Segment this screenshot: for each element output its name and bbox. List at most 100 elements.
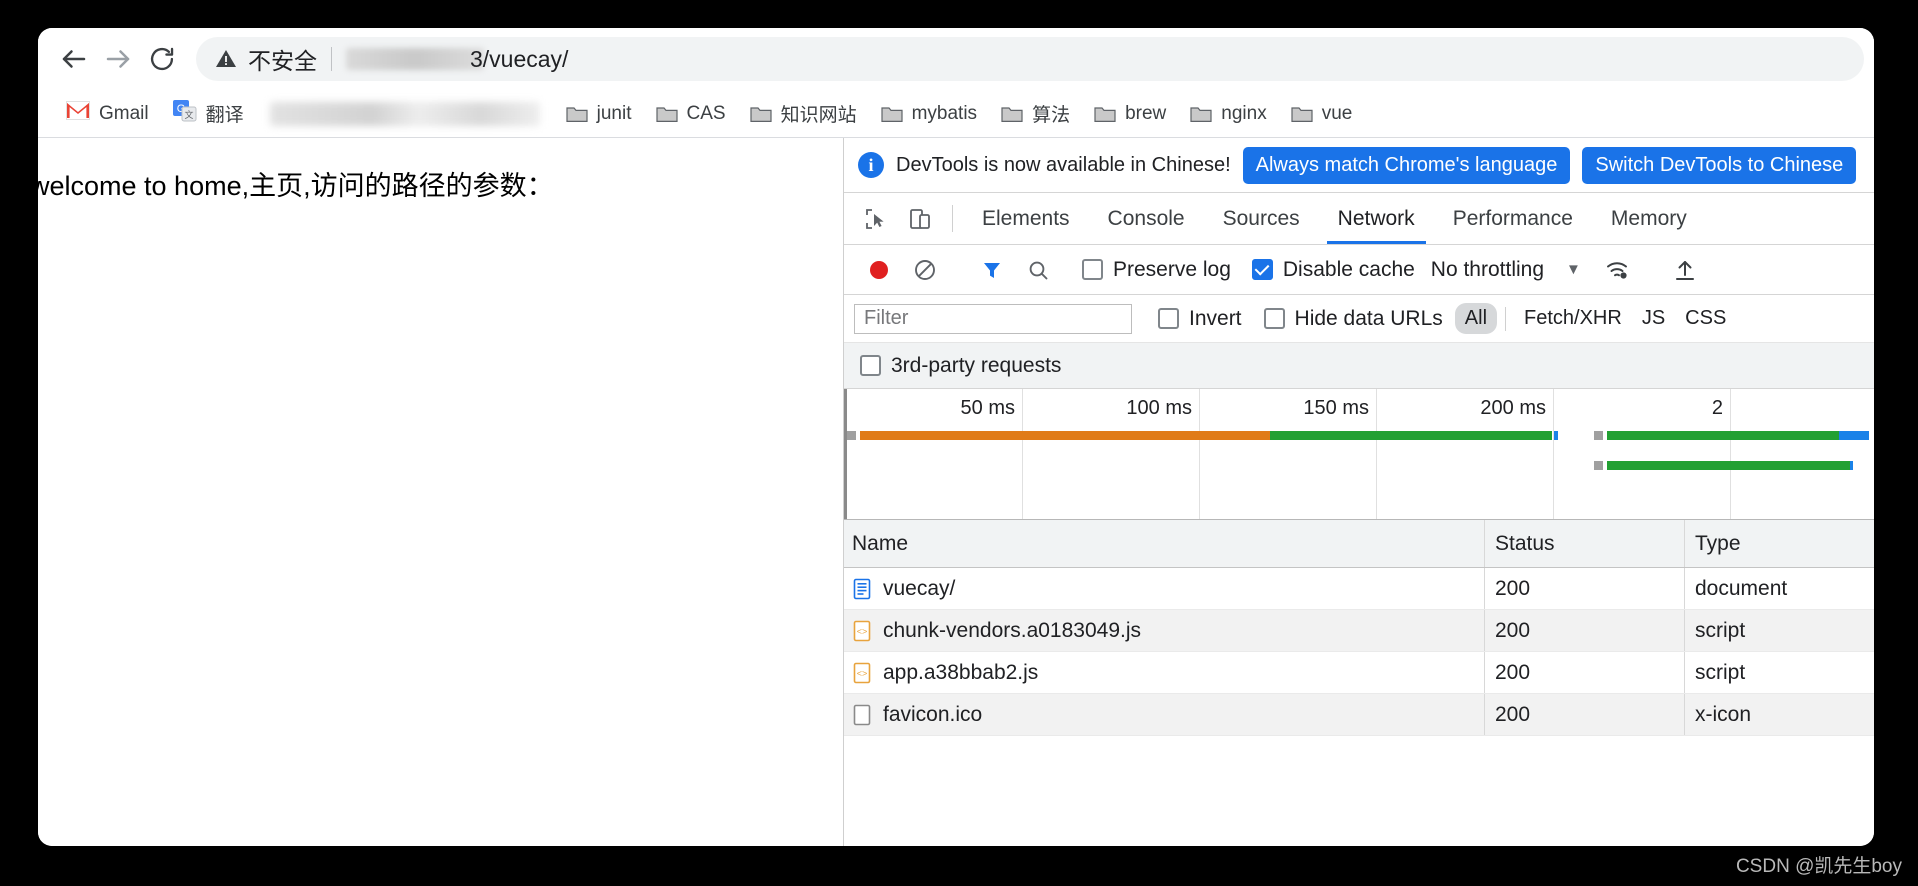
table-row[interactable]: <> app.a38bbab2.js 200 script [844,652,1874,694]
bookmark-label: 算法 [1032,105,1071,126]
third-party-requests-row: 3rd-party requests [844,343,1874,389]
timeline-tick: 150 ms [1303,397,1369,419]
request-status: 200 [1484,694,1684,735]
bookmark-folder-junit[interactable]: junit [554,99,644,129]
banner-message: DevTools is now available in Chinese! [896,153,1231,176]
address-bar[interactable]: 不安全 3/vuecay/ [196,37,1864,81]
network-overview[interactable]: 50 ms 100 ms 150 ms 200 ms 2 [844,389,1874,520]
bookmark-label: CAS [686,102,726,124]
always-match-language-button[interactable]: Always match Chrome's language [1242,146,1571,184]
checkbox-box [1251,259,1273,280]
filter-input[interactable]: Filter [854,303,1132,334]
waterfall-handle [847,431,856,440]
checkbox-box[interactable] [860,355,881,376]
table-row[interactable]: favicon.ico 200 x-icon [844,694,1874,736]
record-icon[interactable] [856,257,902,283]
table-row[interactable]: vuecay/ 200 document [844,568,1874,610]
bookmark-gmail[interactable]: Gmail [54,97,161,130]
waterfall-handle-3 [1594,461,1603,470]
request-name: favicon.ico [883,702,983,726]
overview-timeline-ruler: 50 ms 100 ms 150 ms 200 ms 2 [844,389,1874,519]
forward-button[interactable] [96,37,140,81]
toggle-device-toolbar-icon[interactable] [898,193,942,244]
search-icon[interactable] [1015,258,1061,282]
column-header-status[interactable]: Status [1484,520,1684,567]
invert-checkbox[interactable]: Invert [1158,307,1242,331]
column-header-type[interactable]: Type [1684,520,1874,567]
network-filter-bar: Filter Invert Hide data URLs All Fetch/X… [844,295,1874,343]
bookmark-folder-mybatis[interactable]: mybatis [869,99,989,129]
google-translate-icon: G文 [172,99,197,128]
network-toolbar: Preserve log Disable cache No throttling… [844,245,1874,295]
bookmark-folder-brew[interactable]: brew [1082,99,1178,129]
table-row[interactable]: <> chunk-vendors.a0183049.js 200 script [844,610,1874,652]
page-heading-text: welcome to home,主页,访问的路径的参数： [38,171,554,201]
bookmark-folder-algorithms[interactable]: 算法 [989,96,1082,131]
redacted-host [346,48,484,70]
checkbox-box [1158,308,1179,329]
table-body: vuecay/ 200 document <> chunk-vendors.a0… [844,568,1874,736]
bookmark-folder-cas[interactable]: CAS [644,99,738,129]
tab-network[interactable]: Network [1319,193,1434,244]
preserve-log-checkbox[interactable]: Preserve log [1082,258,1231,282]
security-status-text: 不安全 [248,48,317,74]
filter-type-css[interactable]: CSS [1675,303,1736,334]
content-split: welcome to home,主页,访问的路径的参数： i DevTools … [38,138,1874,846]
watermark: CSDN @凯先生boy [1735,856,1902,877]
request-name-cell: <> chunk-vendors.a0183049.js [844,619,1484,643]
back-button[interactable] [52,37,96,81]
document-icon [853,578,871,599]
tabbar-divider [952,205,953,232]
svg-text:<>: <> [857,626,868,636]
timeline-tick: 200 ms [1480,397,1546,419]
request-name: chunk-vendors.a0183049.js [883,618,1142,642]
timeline-tick: 50 ms [960,397,1015,419]
bookmark-folder-vue[interactable]: vue [1279,99,1365,129]
hide-data-urls-checkbox[interactable]: Hide data URLs [1263,307,1443,331]
bookmark-folder-nginx[interactable]: nginx [1178,99,1278,129]
disable-cache-checkbox[interactable]: Disable cache [1251,258,1415,282]
throttling-select[interactable]: No throttling [1431,258,1544,282]
timeline-tick: 100 ms [1126,397,1192,419]
info-icon: i [858,152,884,178]
tab-sources[interactable]: Sources [1204,193,1319,244]
devtools-language-banner: i DevTools is now available in Chinese! … [844,138,1874,193]
request-name-cell: favicon.ico [844,703,1484,727]
folder-icon [1001,106,1023,122]
gmail-icon [66,101,90,126]
bookmark-label: mybatis [911,102,978,124]
filter-type-js[interactable]: JS [1632,303,1675,334]
waterfall-bar-blue-3 [1850,461,1853,470]
filter-type-all[interactable]: All [1454,303,1498,334]
clear-icon[interactable] [902,257,948,283]
tab-memory[interactable]: Memory [1592,193,1706,244]
request-status: 200 [1484,568,1684,609]
tab-elements[interactable]: Elements [963,193,1089,244]
request-name-cell: <> app.a38bbab2.js [844,661,1484,685]
devtools-panel: i DevTools is now available in Chinese! … [844,138,1874,846]
network-conditions-icon[interactable] [1595,258,1641,282]
devtools-tabbar: Elements Console Sources Network Perform… [844,193,1874,245]
network-request-table: Name Status Type vuecay/ 200 document <>… [844,520,1874,846]
inspect-element-icon[interactable] [854,193,898,244]
bookmark-translate[interactable]: G文 翻译 [161,96,256,132]
tab-console[interactable]: Console [1089,193,1204,244]
tab-performance[interactable]: Performance [1434,193,1592,244]
timeline-tick: 2 [1711,397,1723,419]
third-party-requests-label: 3rd-party requests [891,353,1062,377]
bookmark-redacted[interactable] [269,101,540,126]
switch-devtools-language-button[interactable]: Switch DevTools to Chinese [1582,146,1857,184]
waterfall-bar-green-1 [1270,431,1552,440]
invert-label: Invert [1189,306,1242,330]
bookmark-label: junit [596,102,632,124]
request-type: document [1684,568,1874,609]
column-header-name[interactable]: Name [844,532,1484,556]
bookmarks-bar: Gmail G文 翻译 junit CAS 知识网站 mybatis 算法 br… [38,90,1874,138]
filter-type-fetch-xhr[interactable]: Fetch/XHR [1514,303,1632,334]
chevron-down-icon[interactable]: ▼ [1566,261,1581,278]
folder-icon [566,106,588,122]
import-har-icon[interactable] [1662,258,1708,282]
bookmark-folder-knowledge[interactable]: 知识网站 [738,96,869,131]
reload-button[interactable] [140,37,184,81]
filter-icon[interactable] [969,258,1015,282]
